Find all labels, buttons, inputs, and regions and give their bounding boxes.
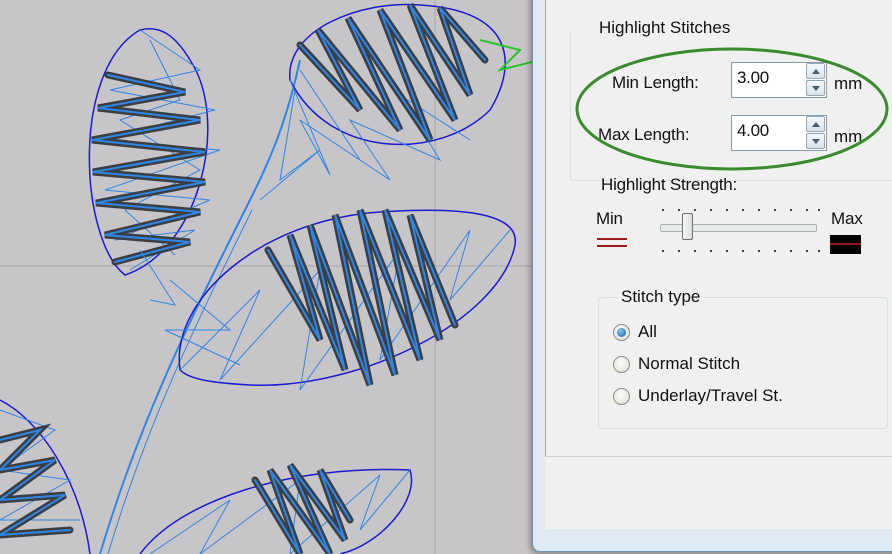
slider-max-label: Max [831,209,863,228]
radio-underlay-travel-label[interactable]: Underlay/Travel St. [638,385,783,407]
slider-min-label: Min [596,209,623,228]
stitch-type-label: Stitch type [618,287,704,307]
radio-underlay-travel[interactable] [613,388,630,405]
highlight-stitches-label: Highlight Stitches [596,18,734,38]
radio-normal-stitch-label[interactable]: Normal Stitch [638,353,740,375]
highlight-strength-label: Highlight Strength: [601,175,738,194]
radio-normal-stitch[interactable] [613,356,630,373]
radio-all[interactable] [613,324,630,341]
highlight-strength-slider-thumb[interactable] [681,213,693,240]
embroidery-design [0,0,540,554]
design-canvas[interactable] [0,0,540,554]
panel-footer [545,456,892,529]
min-color-swatch [597,238,627,247]
max-color-swatch [830,235,861,254]
slider-ticks-bottom [662,250,820,252]
radio-all-label[interactable]: All [638,321,657,343]
annotation-ellipse [575,47,889,171]
radio-selected-dot [617,328,626,337]
